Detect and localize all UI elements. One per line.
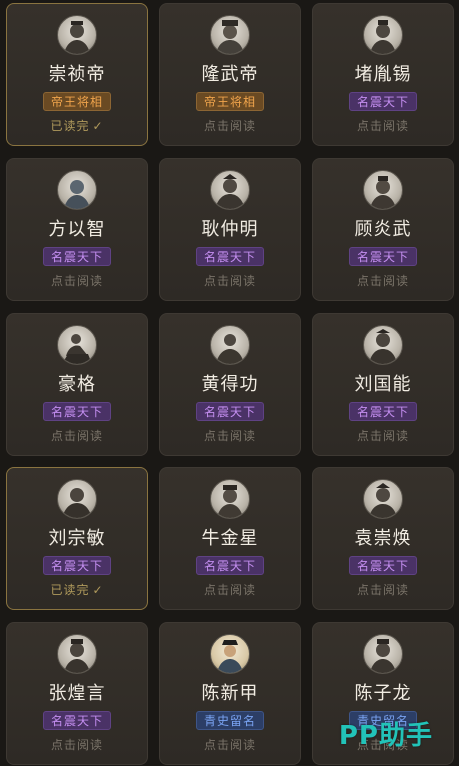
check-icon: ✓ <box>92 583 104 597</box>
character-name: 黄得功 <box>201 374 259 395</box>
read-status: 已读完 ✓ <box>50 118 103 134</box>
character-name: 耿仲明 <box>201 219 259 240</box>
portrait-avatar <box>57 325 97 365</box>
category-badge: 帝王将相 <box>195 92 264 111</box>
read-status: 点击阅读 <box>50 738 103 752</box>
category-badge: 名震天下 <box>42 247 111 266</box>
portrait-avatar <box>210 325 250 365</box>
portrait-avatar <box>57 170 97 210</box>
character-card[interactable]: 刘宗敏 名震天下 已读完 ✓ <box>6 467 148 610</box>
read-status-text: 已读完 <box>50 119 90 133</box>
category-badge: 名震天下 <box>195 247 264 266</box>
portrait-avatar <box>57 634 97 674</box>
portrait-avatar <box>363 325 403 365</box>
read-status: 点击阅读 <box>203 583 256 597</box>
character-card[interactable]: 耿仲明 名震天下 点击阅读 <box>159 158 301 301</box>
read-status: 点击阅读 <box>50 274 103 288</box>
read-status: 点击阅读 <box>203 274 256 288</box>
read-status: 点击阅读 <box>203 429 256 443</box>
character-card[interactable]: 崇祯帝 帝王将相 已读完 ✓ <box>6 3 148 146</box>
category-badge: 名震天下 <box>348 247 417 266</box>
character-name: 隆武帝 <box>201 64 259 85</box>
read-status: 点击阅读 <box>356 429 409 443</box>
read-status: 点击阅读 <box>203 119 256 133</box>
character-card[interactable]: 堵胤锡 名震天下 点击阅读 <box>312 3 454 146</box>
read-status: 点击阅读 <box>356 583 409 597</box>
watermark-logo: PP助手 <box>338 721 433 751</box>
read-status: 已读完 ✓ <box>50 582 103 598</box>
portrait-avatar <box>57 15 97 55</box>
character-card[interactable]: 袁崇焕 名震天下 点击阅读 <box>312 467 454 610</box>
portrait-avatar <box>210 15 250 55</box>
character-card[interactable]: 隆武帝 帝王将相 点击阅读 <box>159 3 301 146</box>
character-name: 堵胤锡 <box>354 64 412 85</box>
character-card[interactable]: 豪格 名震天下 点击阅读 <box>6 313 148 456</box>
character-grid: 崇祯帝 帝王将相 已读完 ✓ 隆武帝 帝王将相 点击阅读 堵胤锡 名震天下 点击阅… <box>0 0 459 766</box>
portrait-avatar <box>363 479 403 519</box>
character-card[interactable]: 黄得功 名震天下 点击阅读 <box>159 313 301 456</box>
portrait-avatar <box>363 15 403 55</box>
portrait-avatar <box>210 479 250 519</box>
portrait-avatar <box>363 170 403 210</box>
character-card[interactable]: 刘国能 名震天下 点击阅读 <box>312 313 454 456</box>
portrait-avatar <box>363 634 403 674</box>
character-name: 刘国能 <box>354 374 412 395</box>
character-card[interactable]: 陈新甲 青史留名 点击阅读 <box>159 622 301 765</box>
check-icon: ✓ <box>92 119 104 133</box>
character-name: 张煌言 <box>48 683 106 704</box>
character-name: 刘宗敏 <box>48 528 106 549</box>
character-name: 陈子龙 <box>354 683 412 704</box>
category-badge: 名震天下 <box>348 92 417 111</box>
category-badge: 名震天下 <box>42 556 111 575</box>
category-badge: 名震天下 <box>195 402 264 421</box>
category-badge: 名震天下 <box>348 556 417 575</box>
character-name: 牛金星 <box>201 528 259 549</box>
read-status: 点击阅读 <box>356 274 409 288</box>
character-name: 崇祯帝 <box>48 64 106 85</box>
read-status: 点击阅读 <box>203 738 256 752</box>
character-card[interactable]: 牛金星 名震天下 点击阅读 <box>159 467 301 610</box>
character-name: 方以智 <box>48 219 106 240</box>
read-status: 点击阅读 <box>356 119 409 133</box>
character-card[interactable]: 张煌言 名震天下 点击阅读 <box>6 622 148 765</box>
category-badge: 名震天下 <box>42 402 111 421</box>
character-name: 陈新甲 <box>201 683 259 704</box>
character-name: 顾炎武 <box>354 219 412 240</box>
category-badge: 帝王将相 <box>42 92 111 111</box>
category-badge: 名震天下 <box>348 402 417 421</box>
character-card[interactable]: 顾炎武 名震天下 点击阅读 <box>312 158 454 301</box>
category-badge: 青史留名 <box>195 711 264 730</box>
read-status-text: 已读完 <box>50 583 90 597</box>
portrait-avatar <box>210 634 250 674</box>
portrait-avatar <box>57 479 97 519</box>
category-badge: 名震天下 <box>195 556 264 575</box>
portrait-avatar <box>210 170 250 210</box>
character-card[interactable]: 方以智 名震天下 点击阅读 <box>6 158 148 301</box>
character-name: 豪格 <box>58 374 96 395</box>
category-badge: 名震天下 <box>42 711 111 730</box>
character-name: 袁崇焕 <box>354 528 412 549</box>
read-status: 点击阅读 <box>50 429 103 443</box>
